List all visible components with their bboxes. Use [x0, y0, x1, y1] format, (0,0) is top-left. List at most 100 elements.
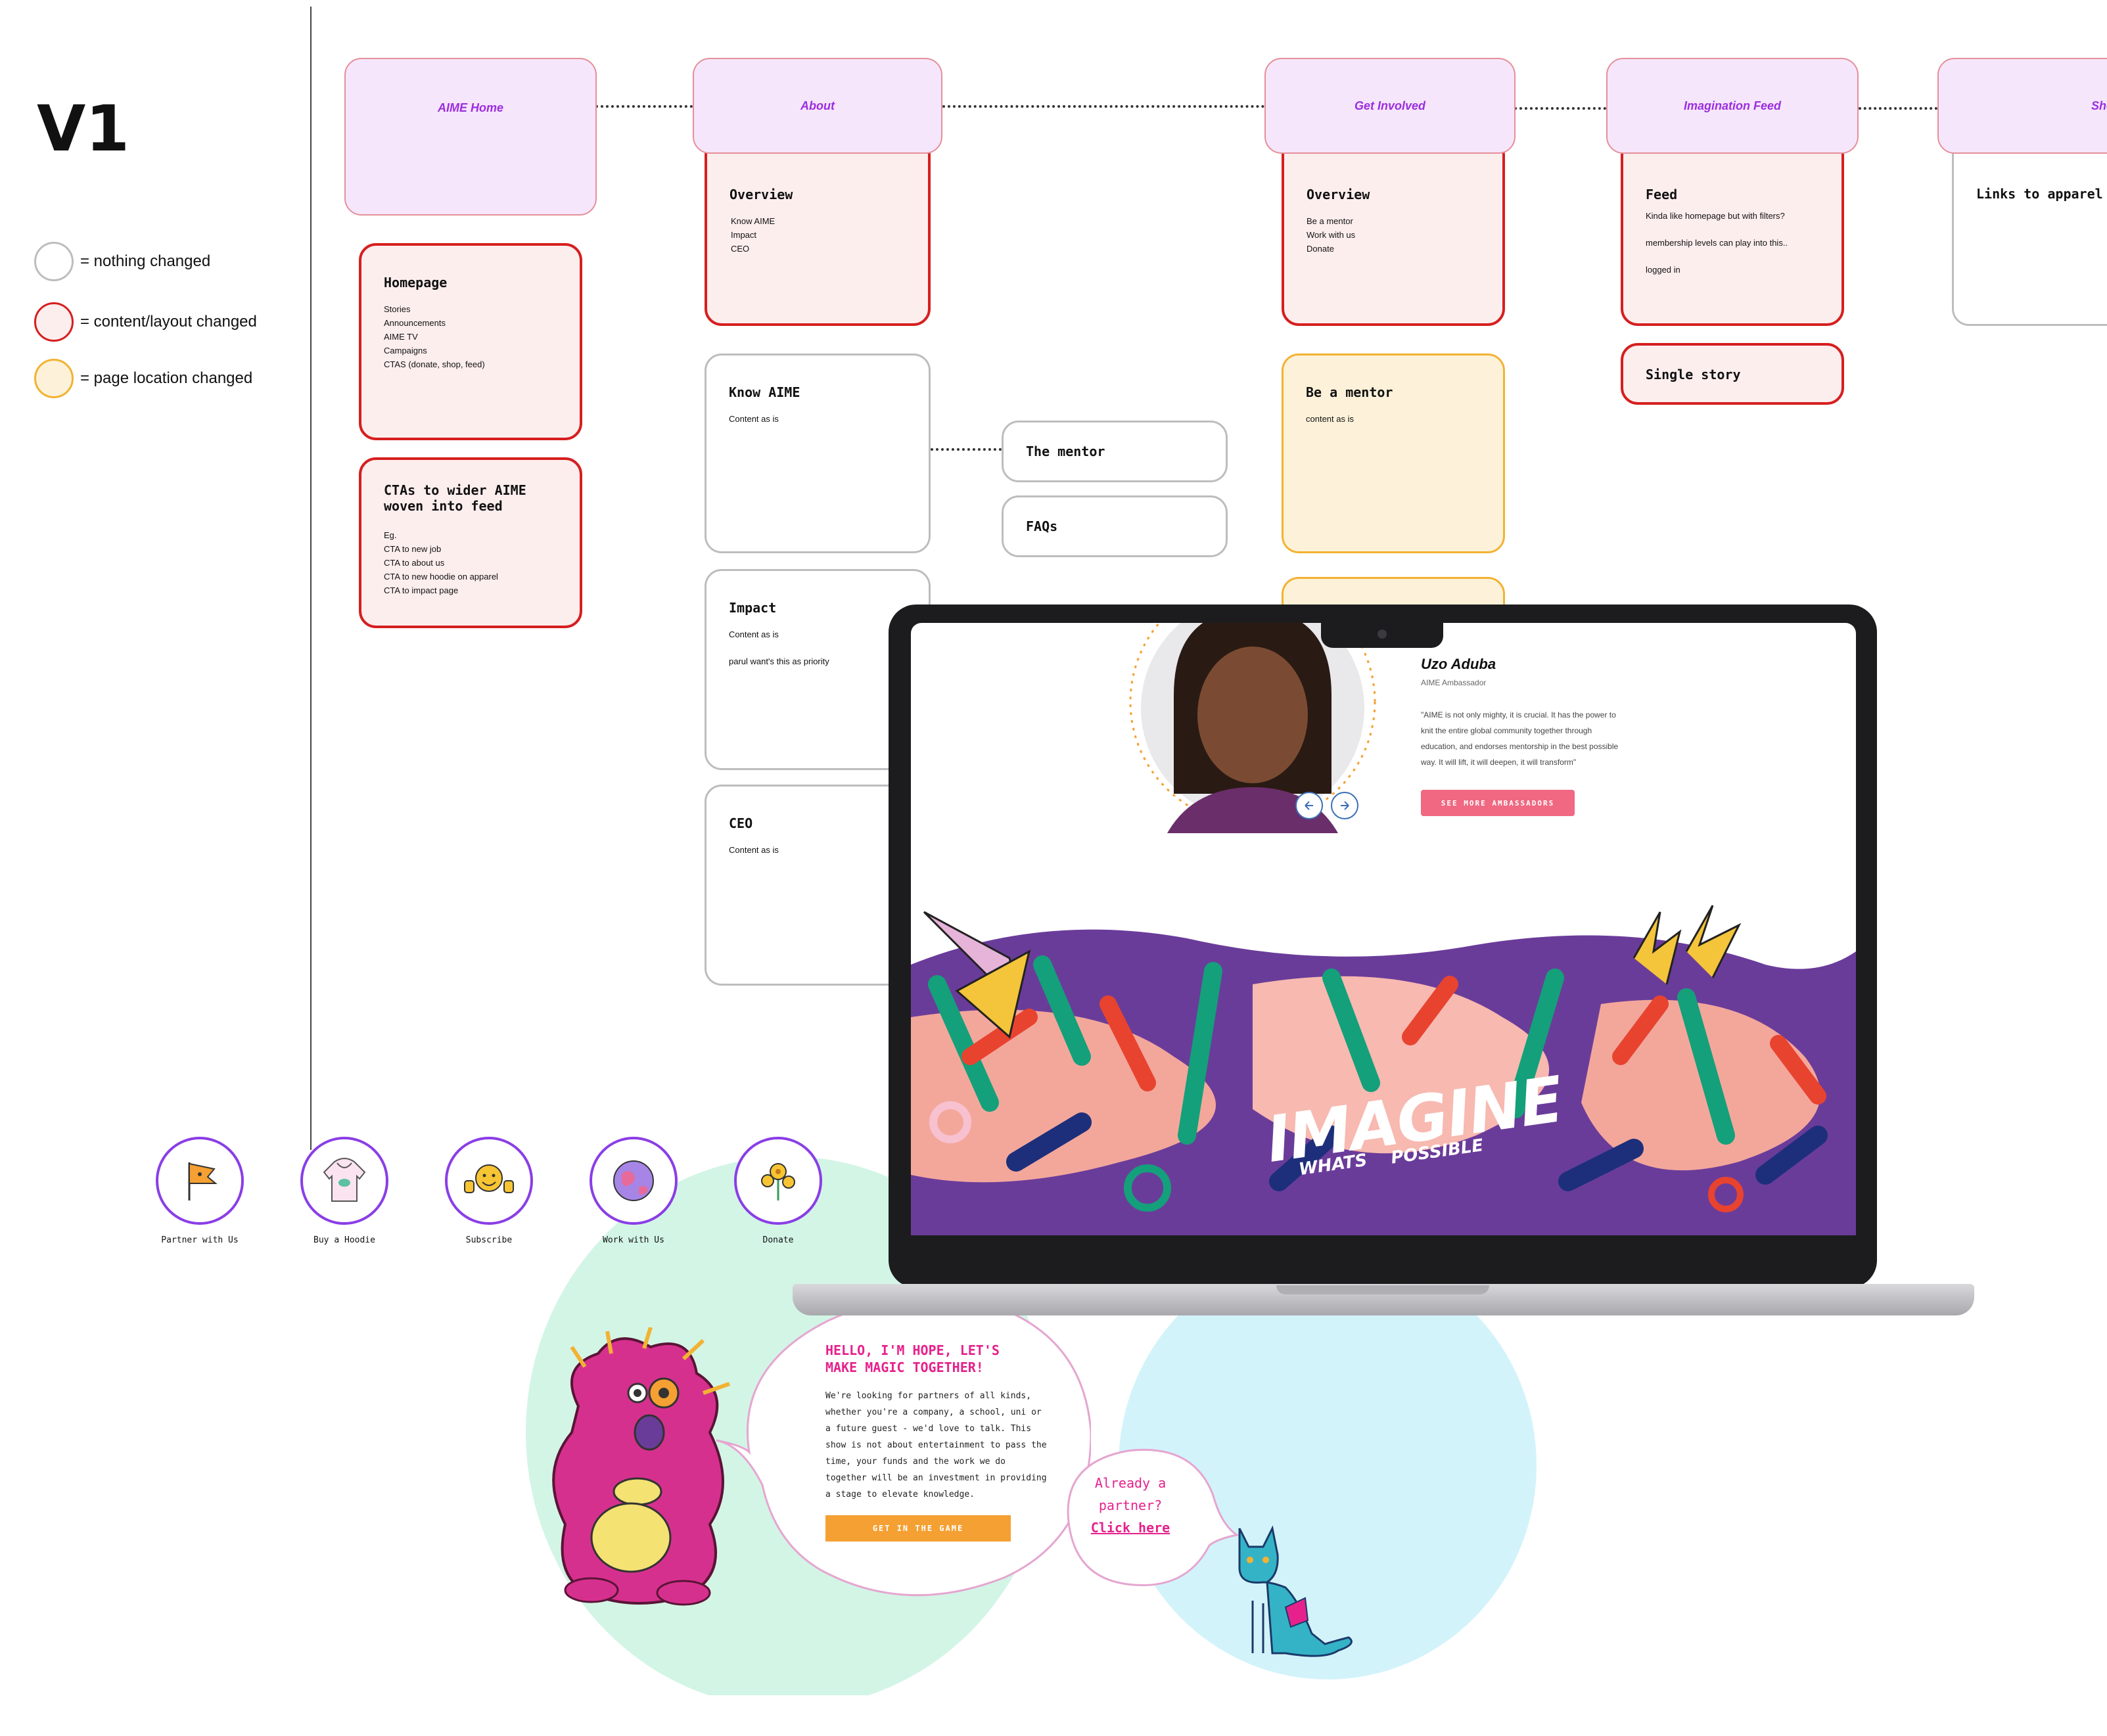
card-title: Overview: [1307, 187, 1370, 202]
card-feed[interactable]: Feed Kinda like homepage but with filter…: [1621, 138, 1844, 326]
legend-nothing-changed: = nothing changed: [34, 242, 210, 281]
card-line: CTAS (donate, shop, feed): [384, 359, 485, 369]
quote-line: "AIME is not only mighty, it is crucial.…: [1421, 710, 1616, 720]
legend-label: = page location changed: [80, 369, 253, 387]
card-line: Campaigns: [384, 346, 427, 355]
card-line: parul want's this as priority: [729, 656, 829, 666]
legend-dot-yellow: [34, 359, 74, 398]
legend-dot-gray: [34, 242, 74, 281]
card-line: Content as is: [729, 845, 779, 855]
header-about[interactable]: About: [693, 58, 942, 154]
card-be-mentor[interactable]: Be a mentor content as is: [1282, 354, 1505, 553]
hope-monster-illustration: [552, 1327, 730, 1606]
card-getinvolved-overview[interactable]: Overview Be a mentor Work with us Donate: [1282, 138, 1505, 326]
card-homepage[interactable]: Homepage Stories Announcements AIME TV C…: [359, 243, 582, 440]
card-line: Stories: [384, 304, 411, 314]
card-line: logged in: [1646, 265, 1680, 275]
get-in-the-game-button[interactable]: GET IN THE GAME: [825, 1515, 1011, 1542]
header-shop[interactable]: Shop: [1937, 58, 2107, 154]
card-line: Content as is: [729, 629, 779, 639]
ambassador-role: AIME Ambassador: [1421, 678, 1487, 687]
card-title: CEO: [729, 815, 753, 831]
card-about-overview[interactable]: Overview Know AIME Impact CEO: [705, 138, 931, 326]
header-aime-home[interactable]: AIME Home: [344, 58, 597, 216]
card-single-story[interactable]: Single story: [1621, 343, 1844, 405]
connector-getinvolved-feed: [1514, 107, 1606, 110]
connector-about-getinvolved: [942, 105, 1264, 108]
card-line: Know AIME: [731, 216, 776, 226]
partner-prompt: Already a partner? Click here: [1071, 1472, 1190, 1539]
cta-label: Partner with Us: [161, 1235, 239, 1245]
imagine-banner-art: [911, 905, 1856, 1235]
bubble-title-line: MAKE MAGIC TOGETHER!: [825, 1359, 984, 1375]
header-label: Shop: [2091, 99, 2107, 112]
card-line: Donate: [1307, 244, 1334, 254]
header-label: AIME Home: [437, 101, 503, 114]
cta-label: Donate: [762, 1235, 794, 1245]
header-get-involved[interactable]: Get Involved: [1264, 58, 1516, 154]
connector-knowaime-mentor: [931, 448, 1002, 451]
click-here-link[interactable]: Click here: [1071, 1517, 1190, 1539]
card-faqs[interactable]: FAQs: [1002, 495, 1228, 557]
card-line: membership levels can play into this..: [1646, 238, 1788, 248]
card-line: CTA to impact page: [384, 585, 459, 595]
header-label: Get Involved: [1354, 99, 1426, 112]
card-line: CTA to about us: [384, 558, 445, 568]
card-line: AIME TV: [384, 332, 418, 342]
cat-illustration: [1238, 1525, 1353, 1657]
card-title: Feed: [1646, 187, 1678, 202]
ambassador-quote: "AIME is not only mighty, it is crucial.…: [1421, 707, 1644, 770]
see-more-ambassadors-button[interactable]: SEE MORE AMBASSADORS: [1421, 790, 1575, 816]
cta-work-with-us[interactable]: Work with Us: [588, 1137, 680, 1245]
card-line: content as is: [1306, 414, 1354, 424]
cta-ring: [300, 1137, 388, 1225]
connector-home-about: [595, 105, 693, 108]
legend-location-changed: = page location changed: [34, 359, 252, 398]
cta-ring: [445, 1137, 533, 1225]
card-know-aime[interactable]: Know AIME Content as is: [705, 354, 931, 553]
cta-label: Work with Us: [603, 1235, 664, 1245]
laptop-screen: Uzo Aduba AIME Ambassador "AIME is not o…: [911, 623, 1856, 1235]
card-line: Announcements: [384, 318, 446, 328]
bubble-body-line: together will be an investment in provid…: [825, 1473, 1047, 1483]
card-title: woven into feed: [384, 498, 503, 514]
card-line: CEO: [731, 244, 750, 254]
legend-dot-red: [34, 302, 74, 342]
card-title: Know AIME: [729, 384, 800, 400]
cta-label: Subscribe: [465, 1235, 513, 1245]
legend-label: = content/layout changed: [80, 313, 257, 331]
card-line: Eg.: [384, 530, 397, 540]
divider-line: [310, 7, 312, 1150]
bubble-body-line: whether you're a company, a school, uni …: [825, 1407, 1042, 1417]
quote-line: education, and endorses mentorship in th…: [1421, 742, 1619, 751]
legend-label: = nothing changed: [80, 252, 211, 270]
camera-icon: [1378, 629, 1387, 639]
connector-feed-shop: [1859, 107, 1937, 110]
cta-donate[interactable]: Donate: [732, 1137, 824, 1245]
card-title: Overview: [729, 187, 793, 202]
card-title: Links to apparel sh: [1976, 186, 2107, 202]
bubble-title: HELLO, I'M HOPE, LET'S MAKE MAGIC TOGETH…: [825, 1342, 1000, 1376]
cta-hoodie[interactable]: Buy a Hoodie: [298, 1137, 390, 1245]
cta-ring: [156, 1137, 244, 1225]
card-line: CTA to new job: [384, 544, 442, 554]
bubble-body-line: time, your funds and the work we do: [825, 1457, 1006, 1467]
card-line: Be a mentor: [1307, 216, 1353, 226]
cta-ring: [590, 1137, 678, 1225]
card-ctas-feed[interactable]: CTAs to wider AIME woven into feed Eg. C…: [359, 457, 582, 628]
card-shop-links[interactable]: Links to apparel sh: [1952, 138, 2107, 326]
card-title: Homepage: [384, 275, 448, 290]
header-imagination-feed[interactable]: Imagination Feed: [1606, 58, 1859, 154]
bubble-body: We're looking for partners of all kinds,…: [825, 1388, 1055, 1503]
flag-icon: [188, 1162, 218, 1200]
bubble-body-line: a future guest - we'd love to talk. This: [825, 1424, 1032, 1434]
quote-line: knit the entire global community togethe…: [1421, 726, 1592, 735]
cta-partner[interactable]: Partner with Us: [154, 1137, 246, 1245]
quote-line: way. It will lift, it will deepen, it wi…: [1421, 758, 1577, 767]
card-line: Impact: [731, 230, 757, 240]
card-the-mentor[interactable]: The mentor: [1002, 421, 1228, 482]
cta-ring: [734, 1137, 822, 1225]
cta-subscribe[interactable]: Subscribe: [443, 1137, 535, 1245]
card-title: Be a mentor: [1306, 384, 1393, 400]
card-title: CTAs to wider AIME: [384, 482, 526, 498]
